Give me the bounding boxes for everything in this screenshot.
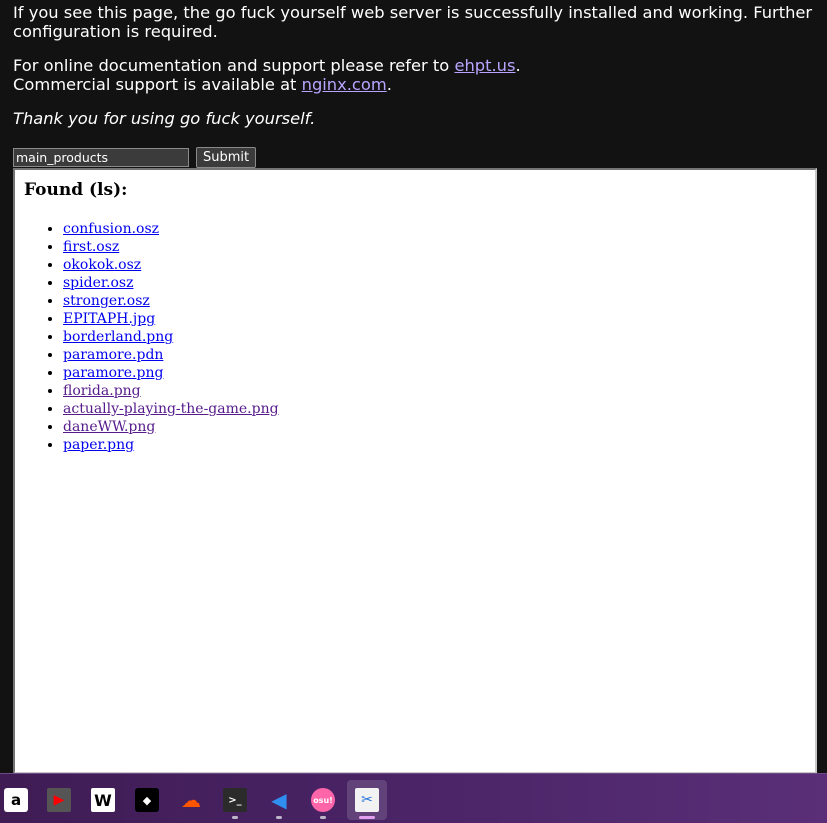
- file-link[interactable]: actually-playing-the-game.png: [63, 401, 279, 417]
- docs-prefix: For online documentation and support ple…: [13, 56, 455, 75]
- list-item: actually-playing-the-game.png: [63, 400, 815, 418]
- commercial-suffix: .: [386, 74, 392, 94]
- file-link[interactable]: paramore.png: [63, 365, 163, 381]
- taskbar-app-vscode[interactable]: ◀: [259, 780, 299, 820]
- terminal-icon: >_: [223, 788, 247, 812]
- results-heading: Found (ls):: [24, 180, 128, 200]
- list-item: stronger.osz: [63, 292, 815, 310]
- taskbar: a ▶ W ◆ ☁ >_ ◀ osu! ✂: [0, 773, 827, 823]
- list-item: confusion.osz: [63, 220, 815, 238]
- amazon-icon: a: [4, 788, 28, 812]
- running-indicator: [232, 816, 238, 819]
- list-item: first.osz: [63, 238, 815, 256]
- running-indicator: [276, 816, 282, 819]
- list-item: paramore.png: [63, 364, 815, 382]
- list-item: borderland.png: [63, 328, 815, 346]
- taskbar-app-osu[interactable]: osu!: [303, 780, 343, 820]
- commercial-prefix: Commercial support is available at: [13, 74, 302, 94]
- snipping-tool-icon: ✂: [355, 788, 379, 812]
- support-paragraph: For online documentation and support ple…: [13, 56, 813, 94]
- file-link[interactable]: spider.osz: [63, 275, 133, 291]
- file-link[interactable]: paramore.pdn: [63, 347, 163, 363]
- directory-input[interactable]: [13, 148, 189, 167]
- commercial-link[interactable]: nginx.com: [302, 75, 387, 94]
- list-item: spider.osz: [63, 274, 815, 292]
- list-item: daneWW.png: [63, 418, 815, 436]
- search-form: Submit: [13, 147, 257, 168]
- osu-icon: osu!: [311, 788, 335, 812]
- running-indicator: [359, 816, 375, 819]
- file-link[interactable]: first.osz: [63, 239, 119, 255]
- taskbar-app-amazon[interactable]: a: [0, 780, 36, 820]
- submit-button[interactable]: Submit: [196, 147, 257, 168]
- taskbar-app-tidal[interactable]: ◆: [127, 780, 167, 820]
- taskbar-app-youtube[interactable]: ▶: [39, 780, 79, 820]
- wikipedia-icon: W: [91, 788, 115, 812]
- taskbar-app-terminal[interactable]: >_: [215, 780, 255, 820]
- file-link[interactable]: EPITAPH.jpg: [63, 311, 155, 327]
- results-frame[interactable]: Found (ls): confusion.osz first.osz okokok…: [13, 168, 817, 774]
- browser-page: If you see this page, the go fuck yourse…: [0, 0, 827, 823]
- file-link[interactable]: borderland.png: [63, 329, 173, 345]
- file-link[interactable]: paper.png: [63, 437, 134, 453]
- file-list: confusion.osz first.osz okokok.osz spider.o…: [15, 220, 815, 454]
- soundcloud-icon: ☁: [181, 788, 201, 812]
- taskbar-app-wikipedia[interactable]: W: [83, 780, 123, 820]
- list-item: paramore.pdn: [63, 346, 815, 364]
- thanks-text: Thank you for using go fuck yourself.: [13, 109, 316, 128]
- docs-suffix: .: [515, 56, 521, 75]
- nginx-welcome-text: If you see this page, the go fuck yourse…: [13, 3, 813, 145]
- list-item: paper.png: [63, 436, 815, 454]
- list-item: florida.png: [63, 382, 815, 400]
- file-link[interactable]: confusion.osz: [63, 221, 159, 237]
- docs-link[interactable]: ehpt.us: [454, 56, 515, 75]
- running-indicator: [320, 816, 326, 819]
- file-link[interactable]: daneWW.png: [63, 419, 155, 435]
- file-link[interactable]: florida.png: [63, 383, 141, 399]
- tidal-icon: ◆: [135, 788, 159, 812]
- taskbar-app-soundcloud[interactable]: ☁: [171, 780, 211, 820]
- vscode-icon: ◀: [271, 788, 287, 812]
- file-link[interactable]: stronger.osz: [63, 293, 150, 309]
- list-item: okokok.osz: [63, 256, 815, 274]
- file-link[interactable]: okokok.osz: [63, 257, 141, 273]
- taskbar-app-snipping-tool[interactable]: ✂: [347, 780, 387, 820]
- list-item: EPITAPH.jpg: [63, 310, 815, 328]
- youtube-icon: ▶: [47, 788, 71, 812]
- intro-line: If you see this page, the go fuck yourse…: [13, 3, 813, 41]
